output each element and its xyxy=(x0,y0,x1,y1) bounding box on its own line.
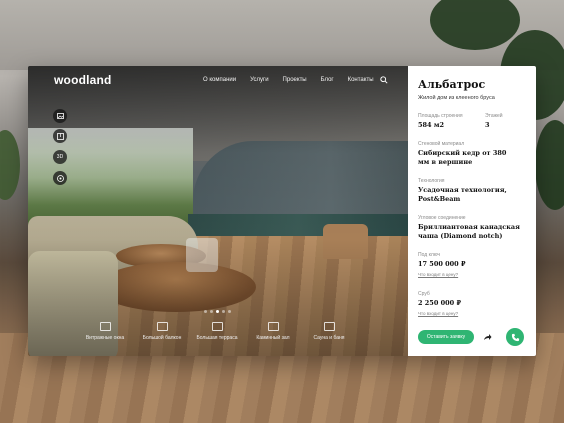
phone-icon xyxy=(511,333,519,341)
project-subtitle: Жилой дом из клееного бруса xyxy=(418,95,495,101)
site-logo[interactable]: woodland xyxy=(54,73,112,87)
slider-dots xyxy=(204,310,231,313)
floors-label: Этажей xyxy=(485,113,503,119)
slider-dot[interactable] xyxy=(210,310,213,313)
turnkey-price-info-link[interactable]: Что входит в цену? xyxy=(418,272,458,277)
nav-item-blog[interactable]: Блог xyxy=(321,77,334,83)
gallery-icon xyxy=(56,113,64,119)
gallery-button[interactable] xyxy=(53,109,67,123)
fireplace-icon xyxy=(267,322,279,331)
main-nav: О компании Услуги Проекты Блог Контакты xyxy=(203,77,374,83)
shell-price-value: 2 250 000 ₽ xyxy=(418,299,461,307)
tour-button[interactable] xyxy=(53,171,67,185)
plan-icon xyxy=(56,132,64,140)
sauna-icon xyxy=(323,322,335,331)
feature-label: Большая терраса xyxy=(196,335,238,341)
feature-label: Витражные окна xyxy=(85,335,125,341)
material-value: Сибирский кедр от 380 мм в вершине xyxy=(418,149,507,166)
shell-price-info-link[interactable]: Что входит в цену? xyxy=(418,311,458,316)
turnkey-price-value: 17 500 000 ₽ xyxy=(418,260,466,268)
slider-dot-active[interactable] xyxy=(216,310,219,313)
search-icon[interactable] xyxy=(380,76,388,84)
project-card: woodland О компании Услуги Проекты Блог … xyxy=(28,66,536,356)
turnkey-price-label: Под ключ xyxy=(418,252,440,258)
interior-photo: woodland О компании Услуги Проекты Блог … xyxy=(28,66,408,356)
feature-label: Сауна и баня xyxy=(313,335,345,341)
share-icon[interactable] xyxy=(482,332,492,342)
feature-sauna: Сауна и баня xyxy=(294,322,364,341)
window-icon xyxy=(99,322,111,331)
slider-dot[interactable] xyxy=(222,310,225,313)
nav-item-services[interactable]: Услуги xyxy=(250,77,268,83)
3d-icon: 3D xyxy=(56,154,64,160)
floors-value: 3 xyxy=(485,121,490,129)
technology-value: Усадочная технология, Post&Beam xyxy=(418,186,507,203)
material-label: Стеновой материал xyxy=(418,141,465,147)
feature-label: Большой балкон xyxy=(142,335,182,341)
nav-item-contacts[interactable]: Контакты xyxy=(348,77,374,83)
nav-item-about[interactable]: О компании xyxy=(203,77,236,83)
plan-button[interactable] xyxy=(53,129,67,143)
feature-label: Каминный зал xyxy=(256,335,290,341)
garden-greenery xyxy=(0,130,20,200)
technology-label: Технология xyxy=(418,178,445,184)
project-title: Альбатрос xyxy=(418,78,486,91)
balcony-icon xyxy=(156,322,168,331)
tour-icon xyxy=(56,174,64,182)
call-button[interactable] xyxy=(506,328,524,346)
plant-leaves xyxy=(535,120,564,210)
nav-item-projects[interactable]: Проекты xyxy=(283,77,307,83)
corner-value: Бриллиантовая канадская чаша (Diamond no… xyxy=(418,223,520,240)
slider-dot[interactable] xyxy=(204,310,207,313)
area-value: 584 м2 xyxy=(418,121,444,129)
area-label: Площадь строения xyxy=(418,113,463,119)
corner-label: Угловое соединение xyxy=(418,215,466,221)
slider-dot[interactable] xyxy=(228,310,231,313)
submit-request-button[interactable]: Оставить заявку xyxy=(418,330,474,344)
project-info-panel: Альбатрос Жилой дом из клееного бруса Пл… xyxy=(408,66,536,356)
shell-price-label: Сруб xyxy=(418,291,430,297)
terrace-icon xyxy=(211,322,223,331)
3d-button[interactable]: 3D xyxy=(53,150,67,164)
